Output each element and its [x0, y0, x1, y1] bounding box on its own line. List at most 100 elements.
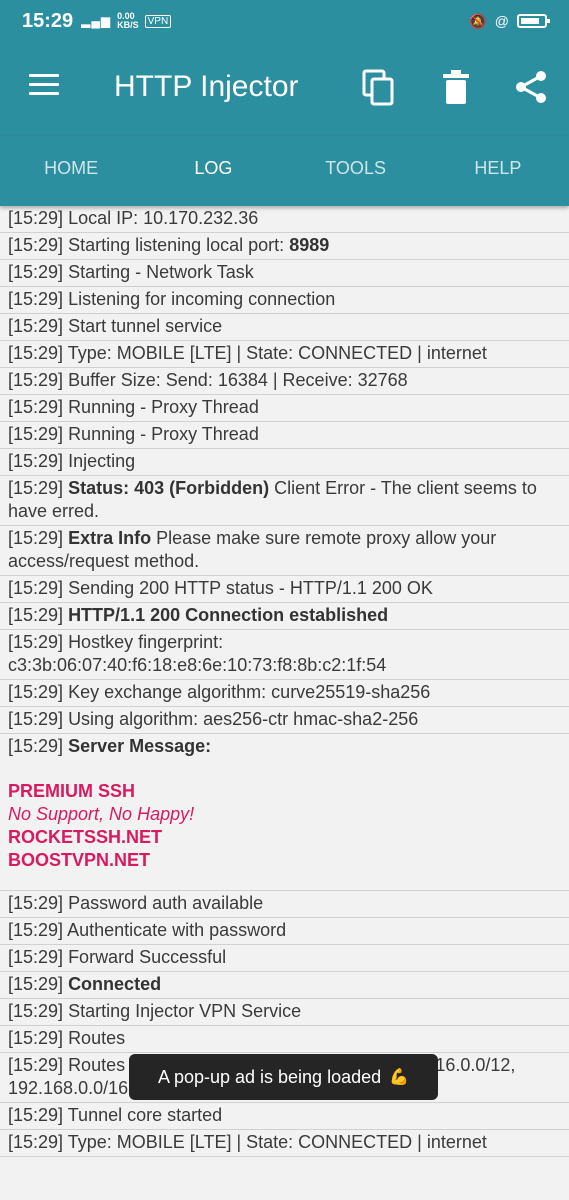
log-time: [15:29]: [8, 682, 64, 702]
server-message-line: No Support, No Happy!: [8, 804, 195, 824]
log-text: Sending 200 HTTP status - HTTP/1.1 200 O…: [68, 578, 433, 598]
log-entry: [15:29] HTTP/1.1 200 Connection establis…: [0, 603, 569, 630]
log-bold: Connected: [68, 974, 162, 994]
status-time: 15:29: [22, 9, 74, 32]
log-time: [15:29]: [8, 528, 64, 548]
log-time: [15:29]: [8, 316, 64, 336]
log-entry: [15:29] Injecting: [0, 449, 569, 476]
log-text: Running - Proxy Thread: [68, 424, 259, 444]
log-entry: [15:29] Password auth available: [0, 891, 569, 918]
log-text: Starting - Network Task: [68, 262, 254, 282]
signal-icon: ▂▄▆: [81, 14, 112, 28]
server-message-line: BOOSTVPN.NET: [8, 850, 151, 870]
delete-icon[interactable]: [442, 70, 470, 104]
tab-help[interactable]: HELP: [427, 136, 569, 206]
log-entry: [15:29] Starting - Network Task: [0, 260, 569, 287]
app-title: HTTP Injector: [114, 70, 299, 103]
log-entry: [15:29] Sending 200 HTTP status - HTTP/1…: [0, 576, 569, 603]
log-bold: Status: 403 (Forbidden): [68, 478, 270, 498]
log-text: Authenticate with password: [67, 920, 287, 940]
log-entry: [15:29] Using algorithm: aes256-ctr hmac…: [0, 707, 569, 734]
log-text: Starting listening local port:: [68, 235, 290, 255]
log-entry: [15:29] Listening for incoming connectio…: [0, 287, 569, 314]
log-text: Injecting: [68, 451, 136, 471]
log-text: Type: MOBILE [LTE] | State: CONNECTED | …: [67, 343, 487, 363]
log-text: Password auth available: [68, 893, 264, 913]
log-time: [15:29]: [8, 343, 64, 363]
log-time: [15:29]: [8, 424, 64, 444]
server-message-line: ROCKETSSH.NET: [8, 827, 163, 847]
log-list[interactable]: [15:29] Local IP: 10.170.232.36 [15:29] S…: [0, 206, 569, 1200]
log-bold: HTTP/1.1 200 Connection established: [68, 605, 389, 625]
log-text: Hostkey fingerprint: c3:3b:06:07:40:f6:1…: [8, 632, 387, 675]
log-time: [15:29]: [8, 478, 64, 498]
server-message-line: PREMIUM SSH: [8, 781, 136, 801]
menu-icon[interactable]: [29, 74, 59, 96]
log-text: Using algorithm: aes256-ctr hmac-sha2-25…: [68, 709, 419, 729]
tab-log[interactable]: LOG: [142, 136, 284, 206]
mute-icon: 🔕: [469, 12, 487, 29]
log-time: [15:29]: [8, 1105, 64, 1125]
log-bold: 8989: [289, 235, 330, 255]
log-text: Key exchange algorithm: curve25519-sha25…: [68, 682, 431, 702]
log-text: Starting Injector VPN Service: [68, 1001, 302, 1021]
log-time: [15:29]: [8, 605, 64, 625]
log-time: [15:29]: [8, 893, 64, 913]
log-entry: [15:29] Local IP: 10.170.232.36: [0, 206, 569, 233]
copy-icon[interactable]: [362, 69, 396, 107]
at-icon: @: [494, 13, 509, 29]
battery-icon: [517, 14, 550, 28]
log-entry: [15:29] Start tunnel service: [0, 314, 569, 341]
log-entry: [15:29] Hostkey fingerprint: c3:3b:06:07…: [0, 630, 569, 680]
log-time: [15:29]: [8, 1132, 64, 1152]
log-time: [15:29]: [8, 451, 64, 471]
log-time: [15:29]: [8, 736, 64, 756]
log-time: [15:29]: [8, 208, 64, 228]
log-time: [15:29]: [8, 1001, 64, 1021]
status-bar: 15:29 ▂▄▆ 0.00 KB/S VPN 🔕 @: [0, 0, 569, 42]
toast: A pop-up ad is being loaded 💪: [129, 1054, 438, 1100]
log-entry: [15:29] Key exchange algorithm: curve255…: [0, 680, 569, 707]
log-time: [15:29]: [8, 289, 64, 309]
log-entry: [15:29] Server Message: PREMIUM SSH No Sup…: [0, 734, 569, 891]
network-speed: 0.00 KB/S: [117, 11, 139, 30]
log-time: [15:29]: [8, 947, 64, 967]
log-time: [15:29]: [8, 1028, 64, 1048]
log-entry: [15:29] Connected: [0, 972, 569, 999]
log-bold: Server Message:: [68, 736, 212, 756]
log-entry: [15:29] Type: MOBILE [LTE] | State: CONN…: [0, 341, 569, 368]
vpn-icon: VPN: [144, 14, 172, 28]
log-bold: Extra Info: [68, 528, 152, 548]
log-entry: [15:29] Tunnel core started: [0, 1103, 569, 1130]
toast-text: A pop-up ad is being loaded: [157, 1066, 382, 1087]
app-bar: HTTP Injector: [0, 42, 569, 136]
tab-tools[interactable]: TOOLS: [285, 136, 427, 206]
log-entry: [15:29] Starting Injector VPN Service: [0, 999, 569, 1026]
tab-home[interactable]: HOME: [0, 136, 142, 206]
log-time: [15:29]: [8, 235, 64, 255]
log-text: Tunnel core started: [67, 1105, 223, 1125]
log-entry: [15:29] Authenticate with password: [0, 918, 569, 945]
log-entry: [15:29] Extra Info Please make sure remo…: [0, 526, 569, 576]
log-entry: [15:29] Running - Proxy Thread: [0, 422, 569, 449]
log-time: [15:29]: [8, 262, 64, 282]
log-text: Start tunnel service: [68, 316, 223, 336]
log-text: Buffer Size: Send: 16384 | Receive: 3276…: [68, 370, 408, 390]
log-entry: [15:29] Buffer Size: Send: 16384 | Recei…: [0, 368, 569, 395]
log-text: Forward Successful: [68, 947, 227, 967]
log-entry: [15:29] Routes: [0, 1026, 569, 1053]
log-time: [15:29]: [8, 1055, 64, 1075]
share-icon[interactable]: [514, 70, 548, 104]
log-time: [15:29]: [8, 632, 64, 652]
log-entry: [15:29] Type: MOBILE [LTE] | State: CONN…: [0, 1130, 569, 1157]
log-entry: [15:29] Starting listening local port: 8…: [0, 233, 569, 260]
log-entry: [15:29] Forward Successful: [0, 945, 569, 972]
log-time: [15:29]: [8, 578, 64, 598]
log-time: [15:29]: [8, 974, 64, 994]
log-time: [15:29]: [8, 709, 64, 729]
log-text: Local IP: 10.170.232.36: [68, 208, 259, 228]
log-entry: [15:29] Status: 403 (Forbidden) Client E…: [0, 476, 569, 526]
muscle-emoji-icon: 💪: [389, 1069, 410, 1086]
tab-bar: HOME LOG TOOLS HELP: [0, 136, 569, 206]
log-entry: [15:29] Running - Proxy Thread: [0, 395, 569, 422]
